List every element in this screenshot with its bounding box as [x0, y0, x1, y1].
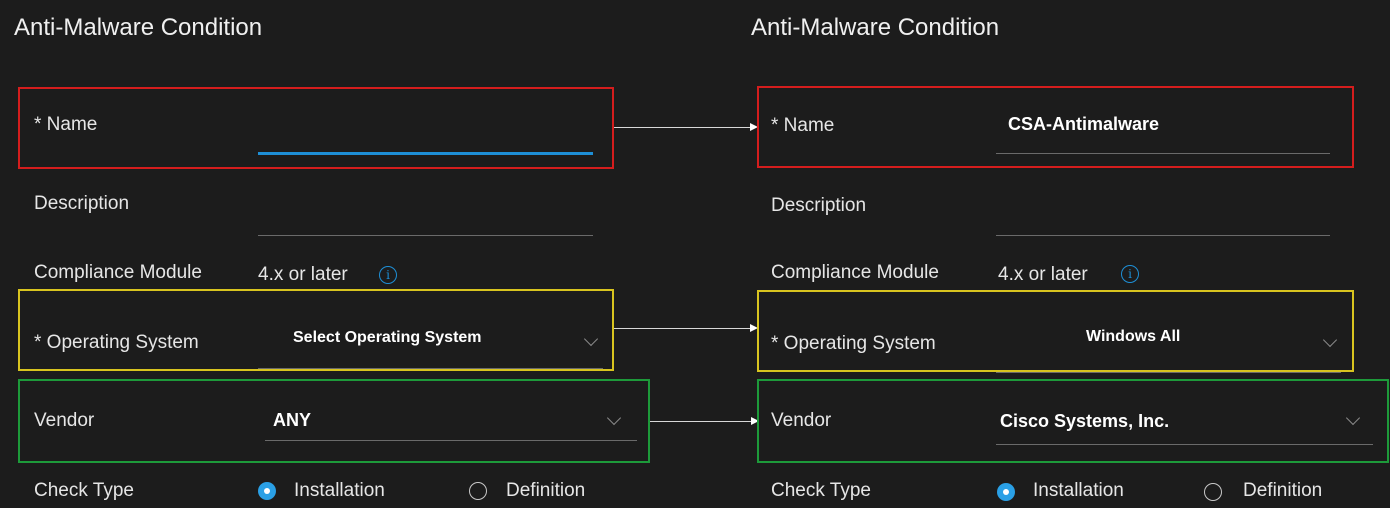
operating-system-label: * Operating System: [34, 332, 199, 353]
radio-installation[interactable]: [997, 483, 1015, 501]
check-type-label: Check Type: [771, 480, 871, 501]
radio-definition[interactable]: [469, 482, 487, 500]
vendor-label: Vendor: [34, 410, 95, 431]
radio-definition[interactable]: [1204, 483, 1222, 501]
compliance-module-label: Compliance Module: [771, 262, 939, 283]
description-input-underline: [996, 235, 1330, 236]
description-input-underline: [258, 235, 593, 236]
vendor-label: Vendor: [771, 410, 832, 431]
arrow-right-icon: [614, 324, 758, 332]
name-label: * Name: [34, 114, 98, 135]
vendor-select[interactable]: Cisco Systems, Inc.: [1000, 411, 1169, 432]
operating-system-select[interactable]: Select Operating System: [293, 329, 482, 347]
info-icon[interactable]: i: [1121, 265, 1139, 283]
operating-system-select[interactable]: Windows All: [1086, 328, 1180, 346]
check-type-label: Check Type: [34, 480, 134, 501]
arrow-right-icon: [614, 123, 758, 131]
os-select-underline: [258, 368, 603, 369]
description-label: Description: [34, 193, 130, 214]
vendor-select-underline: [996, 444, 1373, 445]
radio-installation-label[interactable]: Installation: [294, 480, 385, 502]
name-label: * Name: [771, 115, 835, 136]
radio-definition-label[interactable]: Definition: [1243, 480, 1322, 502]
operating-system-label: * Operating System: [771, 333, 936, 354]
compliance-module-value: 4.x or later: [258, 264, 348, 285]
compliance-module-value: 4.x or later: [998, 264, 1088, 285]
os-select-underline: [996, 372, 1341, 373]
name-input-underline: [258, 152, 593, 155]
condition-form-after: Anti-Malware Condition * Name CSA-Antima…: [745, 0, 1390, 508]
vendor-select[interactable]: ANY: [273, 410, 311, 431]
form-title: Anti-Malware Condition: [14, 14, 263, 41]
condition-form-before: Anti-Malware Condition * Name Descriptio…: [0, 0, 660, 508]
vendor-highlight-box: [18, 379, 650, 463]
name-highlight-box: [18, 87, 614, 169]
name-input[interactable]: CSA-Antimalware: [1008, 114, 1159, 135]
arrow-right-icon: [650, 417, 759, 425]
description-label: Description: [771, 195, 867, 216]
vendor-select-underline: [265, 440, 637, 441]
compliance-module-label: Compliance Module: [34, 262, 202, 283]
radio-installation[interactable]: [258, 482, 276, 500]
form-title: Anti-Malware Condition: [751, 14, 1000, 41]
radio-installation-label[interactable]: Installation: [1033, 480, 1124, 502]
name-input-underline: [996, 153, 1330, 154]
info-icon[interactable]: i: [379, 266, 397, 284]
radio-definition-label[interactable]: Definition: [506, 480, 585, 502]
os-highlight-box: [757, 290, 1354, 372]
